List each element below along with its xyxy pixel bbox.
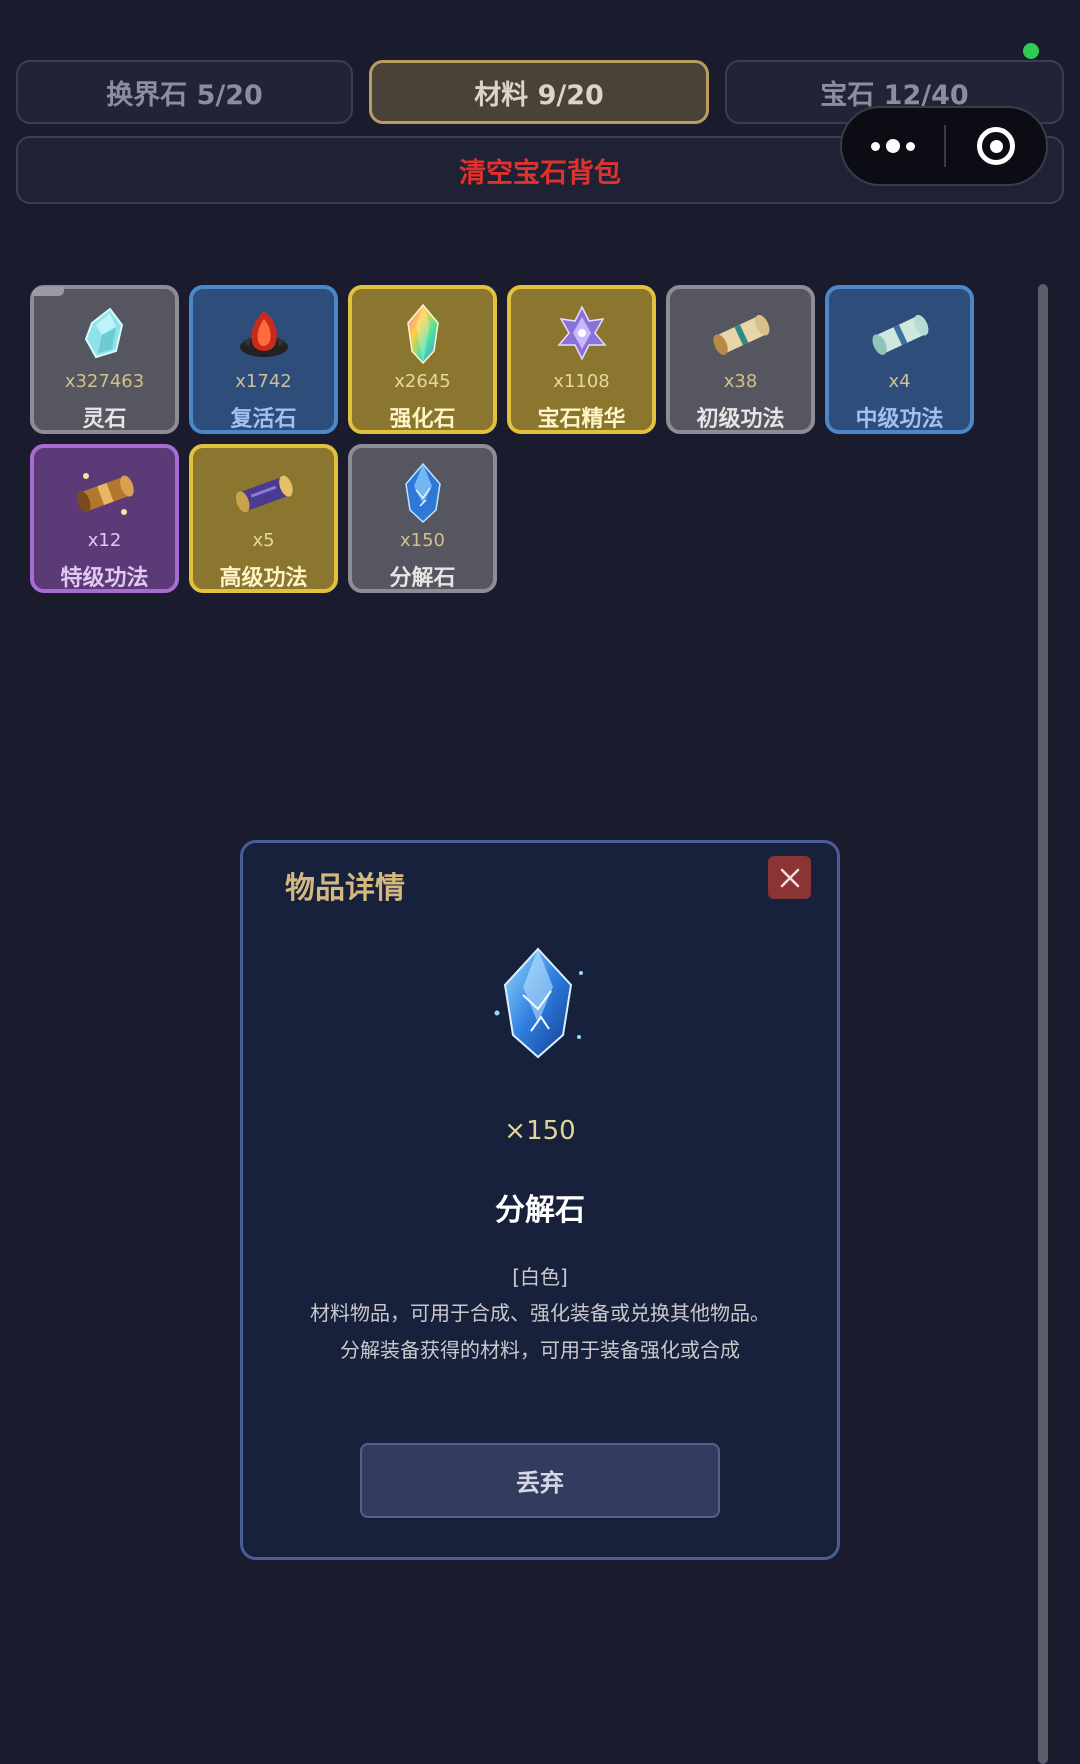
more-menu-button[interactable] (842, 108, 944, 184)
item-count: x5 (252, 530, 275, 551)
item-description-extra: 分解装备获得的材料，可用于装备强化或合成 (340, 1338, 740, 1362)
item-name: 中级功法 (855, 407, 944, 432)
item-count: x2645 (394, 371, 451, 392)
status-indicator (1023, 43, 1039, 59)
item-name: 初级功法 (696, 407, 785, 432)
decompose-stone-icon (494, 947, 583, 1059)
gem-essence-icon (556, 305, 607, 361)
item-name: 分解石 (389, 566, 456, 591)
item-detail-modal: 物品详情 ×150 分解石 [白色] 材料物品，可用于合成、强化装备或兑换其他物… (240, 840, 840, 1560)
scroll-icon (76, 473, 134, 515)
item-rarity: [白色] (512, 1265, 568, 1289)
item-name: 复活石 (230, 407, 297, 432)
item-count: x327463 (64, 371, 145, 392)
decompose-stone-icon (404, 462, 441, 524)
item-description: 材料物品，可用于合成、强化装备或兑换其他物品。 (310, 1301, 770, 1325)
discard-button[interactable]: 丢弃 (360, 1443, 720, 1518)
close-icon (780, 868, 799, 887)
modal-close-button[interactable] (768, 856, 811, 899)
more-dot-icon (886, 139, 900, 153)
tab-realm-stone[interactable]: 换界石 5/20 (16, 60, 353, 124)
item-slot-basic-technique[interactable]: x38 初级功法 (666, 285, 815, 434)
new-tag (32, 287, 64, 296)
scroll-icon (871, 314, 928, 355)
item-slot-advanced-technique[interactable]: x5 高级功法 (189, 444, 338, 593)
item-count: x4 (888, 371, 911, 392)
item-name: 高级功法 (219, 566, 308, 591)
item-count: x12 (87, 530, 122, 551)
item-name: 灵石 (82, 407, 127, 432)
item-slot-gem-essence[interactable]: x1108 宝石精华 (507, 285, 656, 434)
item-slot-spirit-stone[interactable]: x327463 灵石 (30, 285, 179, 434)
target-circle-icon (977, 127, 1015, 165)
item-slot-special-technique[interactable]: x12 特级功法 (30, 444, 179, 593)
item-count: x150 (399, 530, 445, 551)
item-quantity: ×150 (504, 1116, 576, 1146)
item-count: x38 (723, 371, 758, 392)
item-name: 特级功法 (60, 566, 149, 591)
item-slot-decompose-stone[interactable]: x150 分解石 (348, 444, 497, 593)
spirit-stone-icon (84, 307, 123, 359)
item-name: 强化石 (389, 407, 456, 432)
close-miniprogram-button[interactable] (946, 108, 1046, 184)
item-slot-enhance-stone[interactable]: x2645 强化石 (348, 285, 497, 434)
enhance-stone-icon (406, 303, 439, 365)
item-slot-intermediate-technique[interactable]: x4 中级功法 (825, 285, 974, 434)
item-name: 宝石精华 (537, 407, 626, 432)
modal-title: 物品详情 (285, 871, 405, 906)
item-count: x1108 (553, 371, 610, 392)
miniprogram-capsule (840, 106, 1048, 186)
more-dot-icon (906, 141, 915, 151)
revive-stone-icon (239, 311, 288, 357)
more-dot-icon (871, 141, 880, 151)
item-detail-name: 分解石 (495, 1193, 585, 1228)
item-slot-revive-stone[interactable]: x1742 复活石 (189, 285, 338, 434)
scroll-icon (712, 314, 769, 355)
scroll-icon (235, 475, 293, 513)
item-count: x1742 (235, 371, 292, 392)
tab-materials[interactable]: 材料 9/20 (369, 60, 709, 124)
scrollbar[interactable] (1038, 284, 1048, 1764)
